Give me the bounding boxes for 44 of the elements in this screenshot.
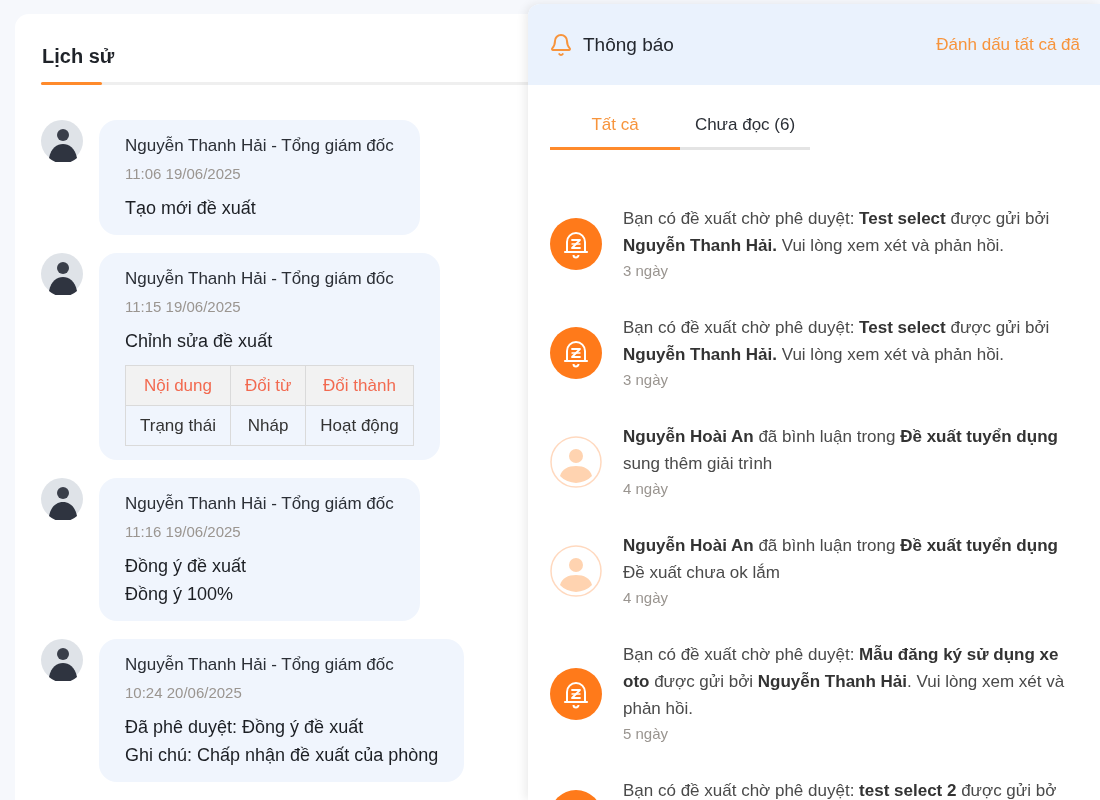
table-header-cell: Đổi thành — [305, 365, 414, 406]
notification-time: 4 ngày — [623, 479, 670, 499]
history-message: Ghi chú: Chấp nhận đề xuất của phòng — [125, 744, 439, 767]
history-message: Tạo mới đề xuất — [125, 197, 257, 220]
table-header-cell: Nội dung — [125, 365, 231, 406]
history-tab[interactable]: Lịch sử — [41, 42, 115, 82]
table-header-cell: Đổi từ — [230, 365, 306, 406]
timestamp: 11:16 19/06/2025 — [125, 522, 242, 542]
notification-time: 3 ngày — [623, 261, 670, 281]
timestamp: 10:24 20/06/2025 — [125, 683, 243, 703]
person-avatar-icon — [41, 478, 83, 520]
panel-title: Thông báo — [583, 33, 674, 56]
bell-badge-icon — [550, 327, 602, 379]
history-message: Đồng ý 100% — [125, 583, 235, 606]
author-name: Nguyễn Thanh Hải - Tổng giám đốc — [125, 268, 395, 290]
notification-time: 3 ngày — [623, 370, 670, 390]
notification-message: Bạn có đề xuất chờ phê duyệt: Test select được gửi bởi Nguyễn Thanh Hải. Vui lòng xem xét và phản hồi. — [623, 208, 1050, 257]
notification-time: 4 ngày — [623, 588, 670, 608]
table-cell: Hoạt động — [305, 405, 414, 446]
user-avatar-icon — [550, 436, 602, 488]
notification-message: Nguyễn Hoài An đã bình luận trong Đề xuất tuyển dụng sung thêm giải trình — [623, 426, 1058, 475]
notification-message: Bạn có đề xuất chờ phê duyệt: test select 2 được gửi bở — [623, 780, 1057, 800]
table-cell: Nháp — [230, 405, 306, 446]
notification-message: Bạn có đề xuất chờ phê duyệt: Test select được gửi bởi Nguyễn Thanh Hải. Vui lòng xem xét và phản hồi. — [623, 317, 1050, 366]
author-name: Nguyễn Thanh Hải - Tổng giám đốc — [125, 654, 395, 676]
person-avatar-icon — [41, 639, 83, 681]
person-avatar-icon — [41, 120, 83, 162]
author-name: Nguyễn Thanh Hải - Tổng giám đốc — [125, 135, 394, 157]
author-name: Nguyễn Thanh Hải - Tổng giám đốc — [125, 493, 394, 515]
history-message: Đã phê duyệt: Đồng ý đề xuất — [125, 716, 365, 739]
notification-time: 5 ngày — [623, 724, 670, 744]
filter-tab[interactable]: Chưa đọc (6) — [680, 101, 810, 150]
notification-message: Bạn có đề xuất chờ phê duyệt: Mẫu đăng ký sử dụng xe oto được gửi bởi Nguyễn Thanh Hải. Vui lòng xem xét và phản hồi. — [623, 644, 1065, 720]
table-cell: Trạng thái — [125, 405, 231, 446]
timestamp: 11:15 19/06/2025 — [125, 297, 242, 317]
history-message: Đồng ý đề xuất — [125, 555, 248, 578]
bell-badge-icon — [550, 218, 602, 270]
person-avatar-icon — [41, 253, 83, 295]
bell-badge-icon — [550, 667, 602, 720]
bell-icon — [549, 32, 573, 57]
user-avatar-icon — [550, 545, 602, 597]
timestamp: 11:06 19/06/2025 — [125, 164, 242, 184]
notification-message: Nguyễn Hoài An đã bình luận trong Đề xuất tuyển dụng Đề xuất chưa ok lắm — [623, 535, 1058, 584]
history-message: Chỉnh sửa đề xuất — [125, 330, 274, 353]
